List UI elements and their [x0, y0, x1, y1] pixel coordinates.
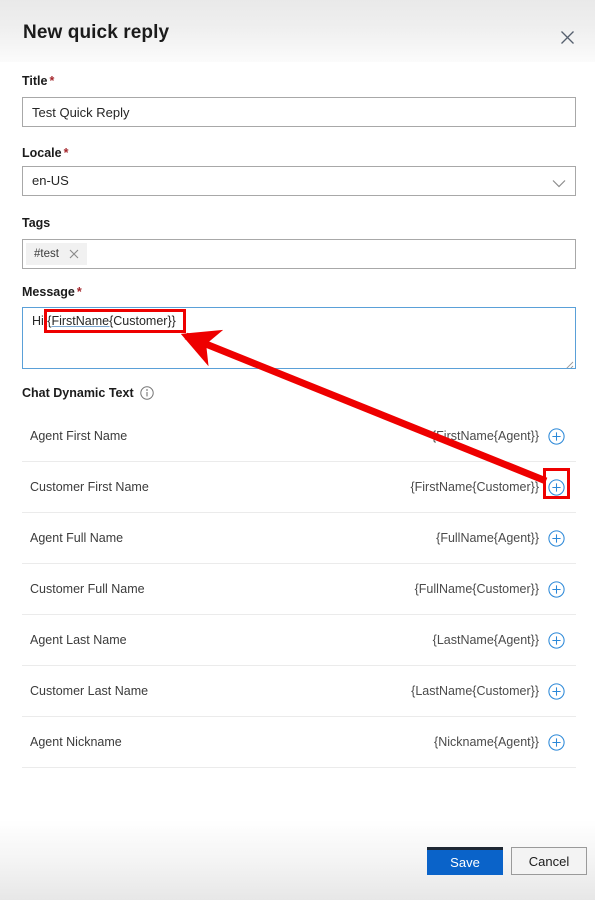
dialog-footer: Save Cancel: [0, 820, 595, 900]
dynamic-text-row[interactable]: Agent Last Name {LastName{Agent}}: [22, 615, 576, 666]
dynamic-text-row-token: {FirstName{Customer}}: [410, 480, 539, 494]
dynamic-text-row-label: Agent First Name: [30, 429, 128, 443]
plus-circle-icon[interactable]: [548, 427, 565, 445]
dynamic-text-row-token: {Nickname{Agent}}: [434, 735, 539, 749]
message-text-token: {FirstName{: [47, 314, 114, 328]
info-icon[interactable]: [139, 386, 154, 400]
title-field-label: Title *: [22, 74, 55, 88]
dynamic-text-row-token: {LastName{Customer}}: [411, 684, 539, 698]
dynamic-text-row[interactable]: Agent Nickname {Nickname{Agent}}: [22, 717, 576, 768]
plus-circle-icon[interactable]: [548, 682, 565, 700]
title-input[interactable]: [22, 97, 576, 127]
required-asterisk: *: [49, 74, 55, 88]
close-button[interactable]: [551, 22, 583, 52]
dynamic-text-list: Agent First Name {FirstName{Agent}} Custom…: [22, 411, 576, 768]
section-title: Chat Dynamic Text: [22, 386, 134, 400]
message-field-label: Message *: [22, 285, 82, 299]
dynamic-text-row-label: Customer Full Name: [30, 582, 145, 596]
tags-field-label: Tags: [22, 216, 51, 230]
message-text-prefix: Hi: [32, 314, 48, 328]
tag-chip[interactable]: #test: [26, 243, 87, 265]
locale-field-label: Locale *: [22, 146, 69, 160]
dynamic-text-row-label: Customer Last Name: [30, 684, 149, 698]
dynamic-text-row[interactable]: Customer First Name {FirstName{Customer}}: [22, 462, 576, 513]
chat-dynamic-text-heading: Chat Dynamic Text: [22, 386, 154, 400]
dialog-header: New quick reply: [0, 0, 595, 62]
message-textarea[interactable]: Hi {FirstName{Customer}}: [22, 307, 576, 369]
dynamic-text-row-token: {LastName{Agent}}: [432, 633, 539, 647]
plus-circle-icon[interactable]: [548, 529, 565, 547]
dynamic-text-row[interactable]: Customer Last Name {LastName{Customer}}: [22, 666, 576, 717]
close-icon: [560, 30, 575, 45]
message-text-suffix: Customer}}: [113, 314, 176, 328]
locale-selected-value: en-US: [32, 173, 69, 188]
save-button[interactable]: Save: [427, 847, 503, 875]
plus-circle-icon[interactable]: [548, 631, 565, 649]
required-asterisk: *: [63, 146, 69, 160]
dynamic-text-row-label: Agent Nickname: [30, 735, 122, 749]
plus-circle-icon[interactable]: [548, 478, 565, 496]
cancel-button[interactable]: Cancel: [511, 847, 587, 875]
dynamic-text-row-label: Agent Full Name: [30, 531, 124, 545]
tag-chip-label: #test: [34, 248, 59, 260]
tag-remove-icon[interactable]: [69, 249, 79, 259]
required-asterisk: *: [76, 285, 82, 299]
dynamic-text-row-label: Agent Last Name: [30, 633, 127, 647]
locale-select[interactable]: en-US: [22, 166, 576, 196]
chevron-down-icon: [552, 176, 566, 194]
dynamic-text-row[interactable]: Customer Full Name {FullName{Customer}}: [22, 564, 576, 615]
tags-input[interactable]: #test: [22, 239, 576, 269]
new-quick-reply-dialog: New quick reply Title* Locale* en-US Tag…: [0, 0, 595, 900]
page-title: New quick reply: [23, 22, 170, 43]
dynamic-text-row[interactable]: Agent First Name {FirstName{Agent}}: [22, 411, 576, 462]
plus-circle-icon[interactable]: [548, 580, 565, 598]
dynamic-text-row[interactable]: Agent Full Name {FullName{Agent}}: [22, 513, 576, 564]
dynamic-text-row-token: {FullName{Agent}}: [436, 531, 539, 545]
dynamic-text-row-token: {FullName{Customer}}: [414, 582, 539, 596]
plus-circle-icon[interactable]: [548, 733, 565, 751]
dynamic-text-row-token: {FirstName{Agent}}: [431, 429, 539, 443]
resize-handle-icon[interactable]: [564, 357, 574, 368]
dynamic-text-row-label: Customer First Name: [30, 480, 149, 494]
message-text-content: Hi {FirstName{Customer}}: [32, 314, 176, 328]
